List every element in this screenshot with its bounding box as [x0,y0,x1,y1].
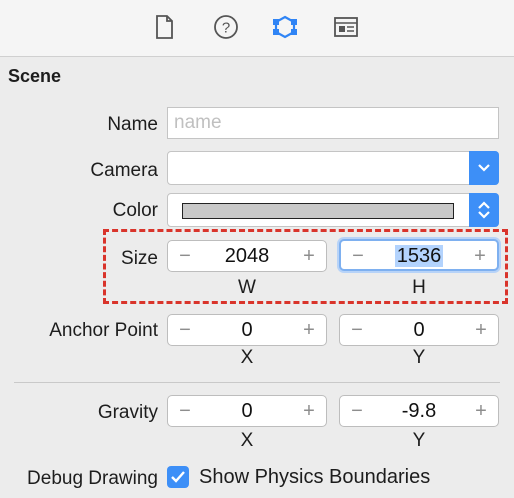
anchor-point-label: Anchor Point [49,320,158,341]
increment-button[interactable]: + [296,315,322,345]
increment-button[interactable]: + [296,396,322,426]
chevron-down-icon[interactable] [469,151,499,185]
gravity-x-stepper[interactable]: − 0 + [167,395,327,427]
color-label: Color [112,200,158,221]
increment-button[interactable]: + [468,396,494,426]
checkmark-icon [171,471,185,483]
debug-drawing-label: Debug Drawing [27,468,158,489]
gravity-label: Gravity [97,402,158,423]
gravity-y-stepper[interactable]: − -9.8 + [339,395,499,427]
divider [14,382,500,383]
section-title: Scene [8,66,62,86]
svg-text:?: ? [222,20,230,37]
name-input[interactable] [174,108,498,138]
decrement-button[interactable]: − [344,396,370,426]
anchor-y-value[interactable]: 0 [370,315,468,345]
decrement-button[interactable]: − [172,315,198,345]
file-inspector-icon[interactable] [149,12,179,42]
anchor-y-stepper[interactable]: − 0 + [339,314,499,346]
increment-button[interactable]: + [468,315,494,345]
attributes-inspector-icon[interactable] [270,12,300,42]
gravity-x-sublabel: X [240,430,254,451]
name-label: Name [107,114,158,135]
anchor-x-stepper[interactable]: − 0 + [167,314,327,346]
show-physics-checkbox[interactable] [167,466,189,488]
inspector-toolbar: ? [0,0,514,57]
decrement-button[interactable]: − [172,396,198,426]
name-field[interactable] [167,107,499,139]
camera-popup[interactable] [167,151,499,185]
color-swatch[interactable] [182,203,454,219]
size-inspector-icon[interactable] [331,12,361,42]
anchor-x-value[interactable]: 0 [198,315,296,345]
gravity-y-value[interactable]: -9.8 [370,396,468,426]
camera-label: Camera [90,160,158,181]
quick-help-icon[interactable]: ? [211,12,241,42]
anchor-y-sublabel: Y [412,347,426,368]
gravity-x-value[interactable]: 0 [198,396,296,426]
decrement-button[interactable]: − [344,315,370,345]
show-physics-label[interactable]: Show Physics Boundaries [199,466,430,489]
size-highlight-annotation [103,229,508,304]
anchor-x-sublabel: X [240,347,254,368]
chevron-updown-icon[interactable] [469,193,499,227]
color-well-popup[interactable] [167,193,499,227]
gravity-y-sublabel: Y [412,430,426,451]
